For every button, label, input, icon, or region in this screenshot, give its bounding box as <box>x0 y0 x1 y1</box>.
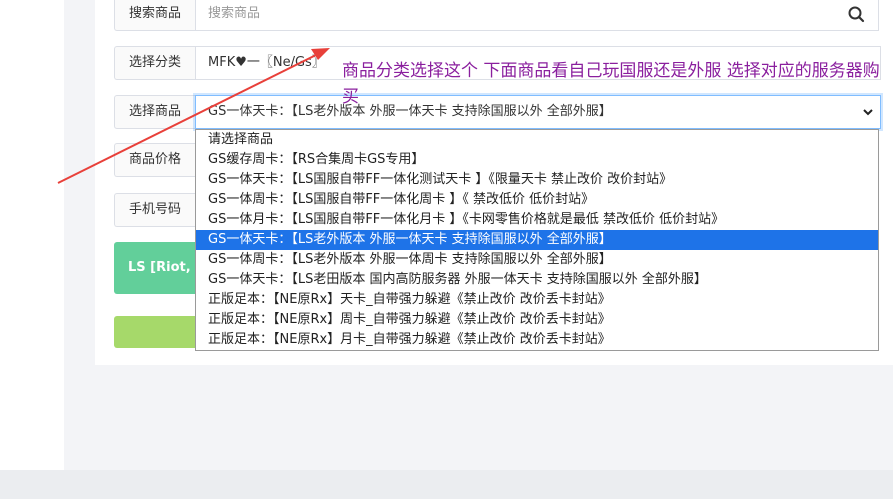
annotation-arrow-icon <box>57 48 330 184</box>
